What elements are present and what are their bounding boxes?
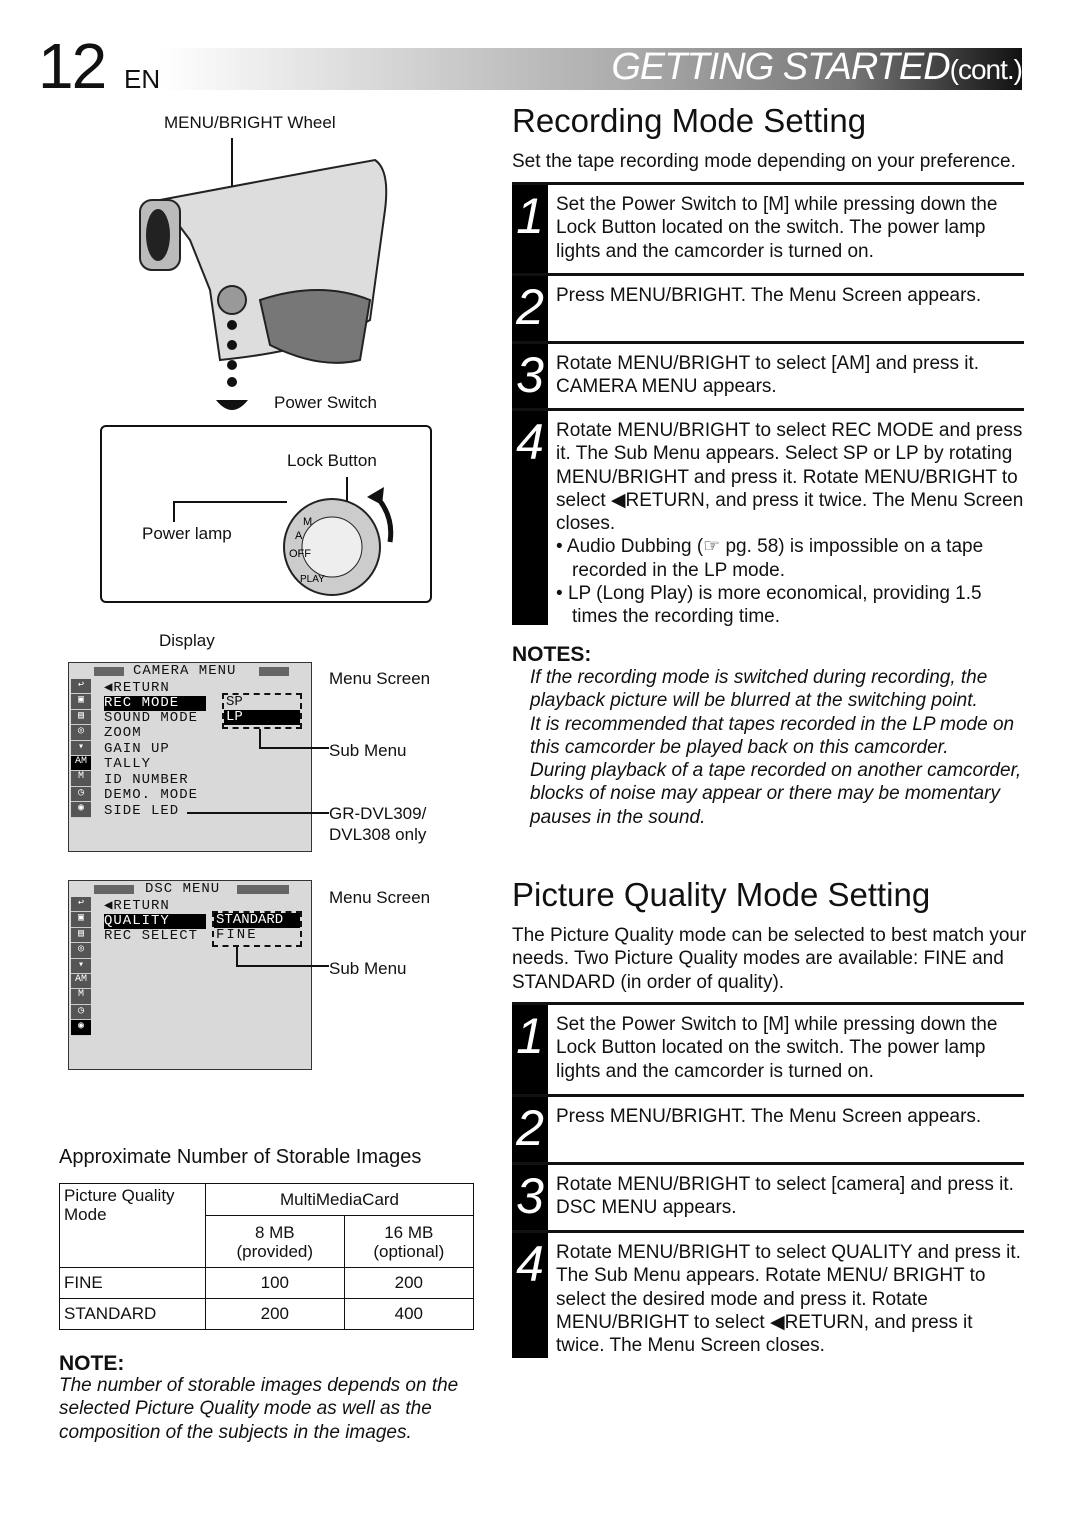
col-group-header: MultiMediaCard [205,1183,474,1216]
m-icon: M [71,989,91,1005]
recording-title: Recording Mode Setting [512,102,867,139]
dsc-menu-title: DSC MENU [145,881,221,897]
am-icon: AM [71,974,91,990]
menu-screen-label: Menu Screen [329,669,431,688]
section-title: GETTING STARTED(cont.) [611,46,1023,89]
table-row: STANDARD 200 400 [59,1298,475,1330]
bullet: • Audio Dubbing (☞ pg. 58) is impossible… [556,536,984,581]
effect-icon: ◎ [71,943,91,959]
camera-menu-title: CAMERA MENU [133,663,237,679]
am-icon: AM [71,755,91,772]
notes-list: If the recording mode is switched during… [530,666,1035,829]
wipe-icon: ▣ [71,694,91,710]
camera-icon: ◉ [71,1020,91,1036]
scene-icon: ▤ [71,710,91,726]
clock-icon: ◷ [71,1005,91,1021]
wipe-icon: ▣ [71,912,91,928]
table-row: FINE 100 200 [59,1267,475,1299]
menu-item-rec-mode[interactable]: REC MODE [104,696,206,711]
col-8mb: 8 MB (provided) [205,1215,345,1268]
page-number: 12 [38,30,107,102]
step-3: 3 Rotate MENU/BRIGHT to select [AM] and p… [512,341,1024,408]
notes-heading: NOTES: [512,643,592,666]
return-icon: ↩ [71,897,91,913]
dial-off: OFF [289,548,311,560]
step-1: 1 Set the Power Switch to [M] while press… [512,1002,1024,1094]
language-code: EN [124,64,161,94]
menu-item-zoom[interactable]: ZOOM [104,726,142,741]
cont-label: (cont.) [949,54,1023,85]
menu-icon-column: ↩ ▣ ▤ ◎ ▾ AM M ◷ ◉ [71,679,91,818]
sub-menu-label: Sub Menu [329,959,407,978]
quality-intro: The Picture Quality mode can be selected… [512,925,1027,993]
step-3: 3 Rotate MENU/BRIGHT to select [camera] a… [512,1162,1024,1230]
note-item: If the recording mode is switched during… [530,667,988,712]
note-item: During playback of a tape recorded on an… [530,760,1022,828]
note-text: The number of storable images depends on… [59,1375,459,1443]
storable-title: Approximate Number of Storable Images [59,1146,422,1168]
quality-steps: 1 Set the Power Switch to [M] while press… [512,1002,1024,1358]
menu-item-demo-mode[interactable]: DEMO. MODE [104,788,198,803]
power-switch-detail: Lock Button Power lamp OFF A M PLAY [100,425,432,603]
menu-item-quality[interactable]: QUALITY [104,914,206,929]
menu-item-tally[interactable]: TALLY [104,757,151,772]
scene-icon: ▤ [71,928,91,944]
sub-menu-box: STANDARD FINE [212,911,302,947]
section-name: GETTING STARTED [611,46,950,88]
sub-menu-label: Sub Menu [329,741,407,760]
menu-item-return[interactable]: ◀RETURN [104,681,170,696]
bullet: • LP (Long Play) is more economical, pro… [556,583,982,628]
step-2: 2 Press MENU/BRIGHT. The Menu Screen appe… [512,273,1024,341]
menu-item-side-led[interactable]: SIDE LED [104,804,179,819]
step-4: 4 Rotate MENU/BRIGHT to select REC MODE a… [512,408,1024,627]
power-switch-label: Power Switch [274,393,377,412]
storable-table: Picture Quality Mode MultiMediaCard 8 MB(… [59,1183,475,1330]
menu-screen-label: Menu Screen [329,888,431,907]
effect-icon: ◎ [71,725,91,741]
menu-item-sound-mode[interactable]: SOUND MODE [104,711,198,726]
step-1: 1 Set the Power Switch to [M] while press… [512,182,1024,273]
camera-icon: ◉ [71,802,91,818]
recording-steps: 1 Set the Power Switch to [M] while press… [512,182,1024,627]
dial-a: A [295,530,303,542]
note-heading: NOTE: [59,1352,125,1375]
clock-icon: ◷ [71,787,91,803]
sub-menu-box: SP LP [222,693,302,729]
m-icon: M [71,771,91,787]
menu-item-return[interactable]: ◀RETURN [104,899,170,914]
dsc-menu-screen: DSC MENU ↩ ▣ ▤ ◎ ▾ AM M ◷ ◉ ◀RETURN QUALITY REC … [68,880,329,1070]
menu-item-id-number[interactable]: ID NUMBER [104,773,189,788]
recording-intro: Set the tape recording mode depending on… [512,151,1016,172]
sub-item-sp[interactable]: SP [224,695,300,710]
system-icon: ▾ [71,741,91,756]
sub-item-lp[interactable]: LP [224,710,300,725]
display-label: Display [159,631,215,650]
note-item: It is recommended that tapes recorded in… [530,713,1015,758]
quality-title: Picture Quality Mode Setting [512,876,931,913]
menu-item-rec-select[interactable]: REC SELECT [104,929,198,944]
camera-menu-screen: CAMERA MENU ↩ ▣ ▤ ◎ ▾ AM M ◷ ◉ ◀RETURN REC MODE … [68,662,329,852]
camcorder-illustration [139,138,388,410]
power-dial-icon: OFF A M PLAY [173,477,394,596]
menu-icon-column: ↩ ▣ ▤ ◎ ▾ AM M ◷ ◉ [71,897,91,1036]
step-4: 4 Rotate MENU/BRIGHT to select QUALITY an… [512,1230,1024,1358]
system-icon: ▾ [71,959,91,974]
model-note: GR-DVL309/ DVL308 only [329,804,427,844]
step-2: 2 Press MENU/BRIGHT. The Menu Screen appe… [512,1094,1024,1162]
return-icon: ↩ [71,679,91,695]
dial-m: M [303,516,312,528]
menu-item-gain-up[interactable]: GAIN UP [104,742,170,757]
sub-item-fine[interactable]: FINE [214,928,300,943]
dial-play: PLAY [300,574,325,585]
sub-item-standard[interactable]: STANDARD [214,913,300,928]
col-mode-header: Picture Quality Mode [59,1183,206,1268]
col-16mb: 16 MB (optional) [343,1215,475,1268]
